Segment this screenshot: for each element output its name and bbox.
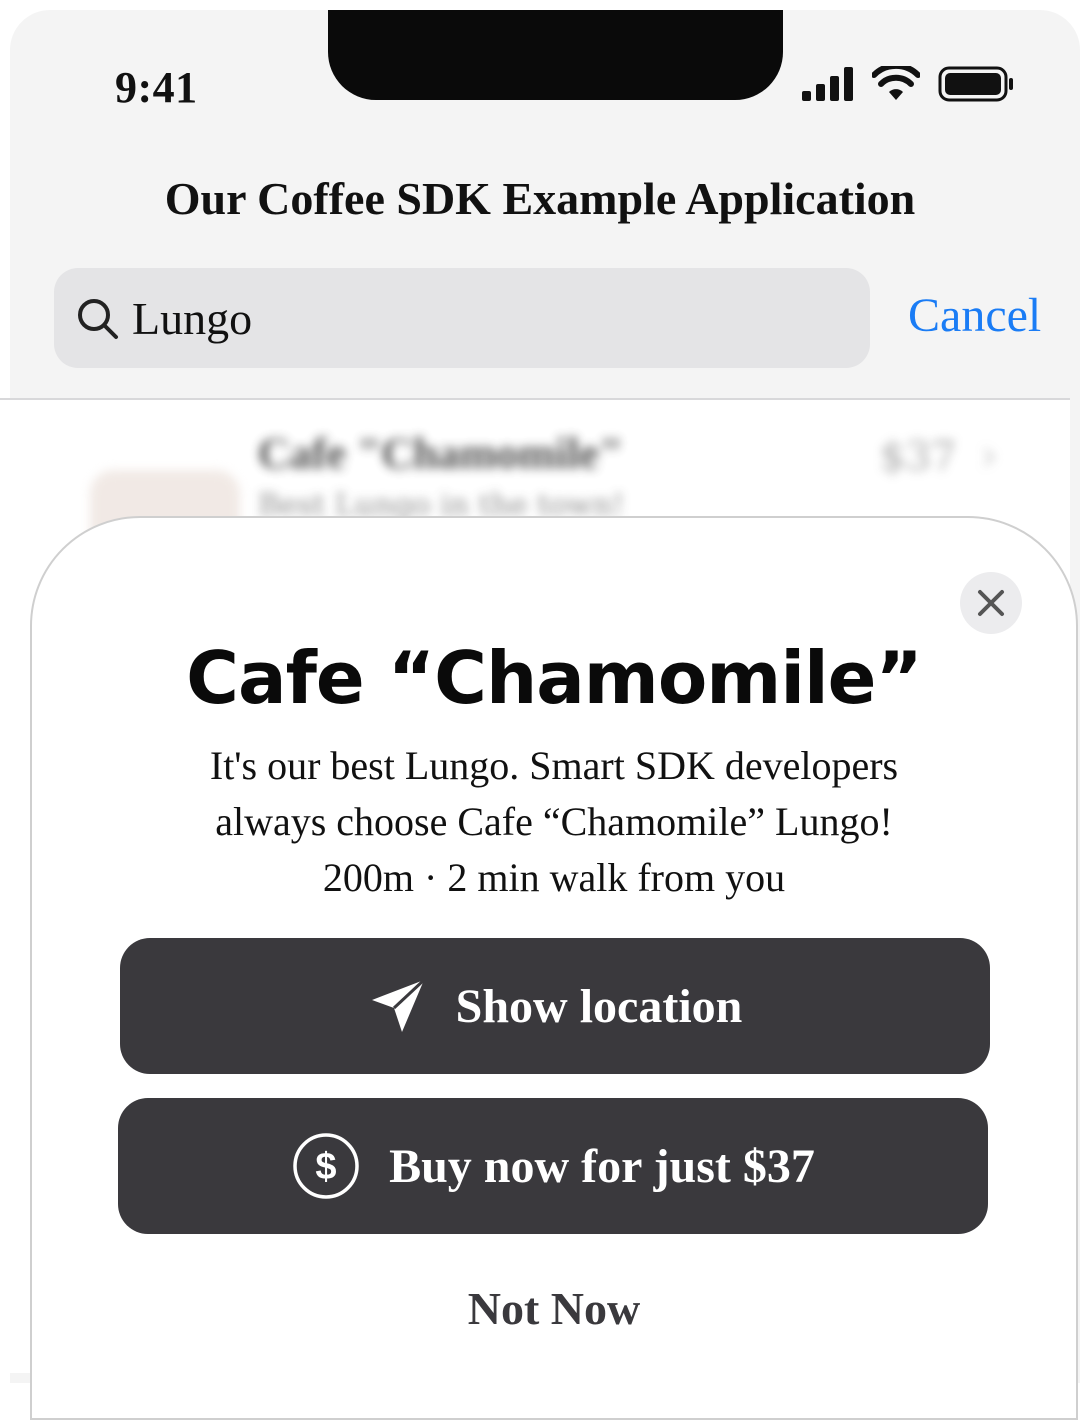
- search-input[interactable]: Lungo: [54, 268, 870, 368]
- sheet-title: Cafe “Chamomile”: [186, 636, 923, 720]
- show-location-button[interactable]: Show location: [120, 938, 990, 1074]
- status-time: 9:41: [115, 63, 198, 112]
- show-location-label: Show location: [455, 979, 743, 1033]
- distance-text: 200m · 2 min walk from you: [322, 855, 786, 900]
- search-bar: Lungo Cancel: [54, 268, 1054, 368]
- cafe-detail-sheet: Cafe “Chamomile” It's our best Lungo. Sm…: [30, 516, 1078, 1420]
- close-button[interactable]: [960, 572, 1022, 634]
- dollar-circle-icon: $: [291, 1131, 361, 1201]
- location-arrow-icon: [368, 976, 428, 1036]
- description-line: always choose Cafe “Chamomile” Lungo!: [215, 799, 893, 844]
- device-notch: [328, 10, 783, 100]
- search-icon: [78, 299, 118, 339]
- buy-now-button[interactable]: $ Buy now for just $37: [118, 1098, 988, 1234]
- buy-now-label: Buy now for just $37: [389, 1139, 815, 1193]
- close-icon: [978, 590, 1004, 616]
- battery-icon: [938, 66, 1013, 102]
- signal-icon: [802, 67, 853, 101]
- status-icons: [802, 64, 1014, 104]
- svg-text:$: $: [316, 1146, 337, 1188]
- page-title: Our Coffee SDK Example Application: [164, 173, 916, 224]
- list-item-price: $37: [880, 434, 957, 480]
- search-query: Lungo: [132, 292, 253, 344]
- chevron-right-icon: ›: [980, 430, 998, 481]
- not-now-button[interactable]: Not Now: [32, 1282, 1076, 1335]
- sheet-description: It's our best Lungo. Smart SDK developer…: [32, 738, 1076, 906]
- list-item-title: Cafe "Chamomile": [258, 429, 624, 478]
- cancel-button[interactable]: Cancel: [908, 288, 1041, 343]
- description-line: It's our best Lungo. Smart SDK developer…: [209, 743, 899, 788]
- wifi-icon: [872, 66, 920, 100]
